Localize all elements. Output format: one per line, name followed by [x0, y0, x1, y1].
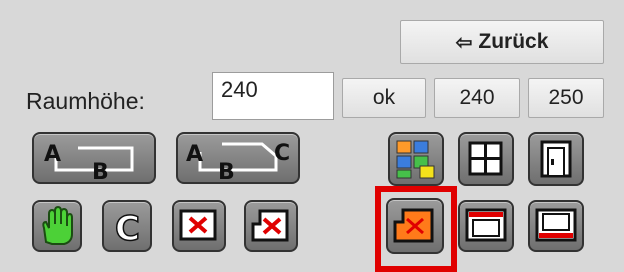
room-height-input[interactable]: 240 [212, 72, 334, 120]
delete-room-icon [251, 209, 289, 242]
back-arrow-icon: ⇦ [455, 31, 473, 54]
door-button[interactable] [528, 132, 584, 186]
wall-frame-bottom-button[interactable] [528, 200, 584, 252]
selection-highlight [375, 186, 457, 272]
room-height-label: Raumhöhe: [26, 88, 145, 114]
hand-button[interactable] [32, 200, 82, 252]
svg-text:C: C [274, 141, 290, 166]
svg-text:B: B [218, 160, 235, 182]
c-shape-icon: C [114, 208, 140, 250]
wall-frame-top-button[interactable] [458, 200, 514, 252]
preset-250-button[interactable]: 250 [528, 78, 604, 118]
wall-a-b-c-button[interactable]: A B C [176, 132, 300, 184]
wall-frame-bottom-icon [535, 208, 577, 242]
color-tiles-icon [396, 140, 435, 179]
preset-240-button[interactable]: 240 [434, 78, 520, 118]
svg-text:A: A [44, 142, 61, 167]
window-icon [468, 141, 503, 176]
c-shape-button[interactable]: C [102, 200, 152, 252]
wall-a-b-icon: A B [44, 142, 134, 182]
wall-frame-top-icon [465, 208, 507, 242]
svg-text:A: A [186, 142, 203, 167]
hand-icon [42, 205, 73, 245]
back-button-label: Zurück [478, 30, 549, 53]
svg-text:B: B [92, 160, 109, 182]
back-button[interactable]: ⇦ Zurück [400, 20, 604, 64]
color-tiles-button[interactable] [388, 132, 444, 186]
wall-a-b-button[interactable]: A B [32, 132, 156, 184]
delete-room-button[interactable] [244, 200, 298, 252]
window-button[interactable] [458, 132, 514, 186]
room-tools-panel: ⇦ Zurück Raumhöhe: 240 ok 240 250 A B A … [0, 0, 624, 272]
wall-a-b-c-icon: A B C [186, 141, 290, 182]
ok-button[interactable]: ok [342, 78, 426, 118]
door-icon [540, 140, 572, 178]
svg-text:C: C [115, 209, 140, 249]
delete-rect-icon [179, 209, 217, 241]
delete-rect-button[interactable] [172, 200, 226, 252]
